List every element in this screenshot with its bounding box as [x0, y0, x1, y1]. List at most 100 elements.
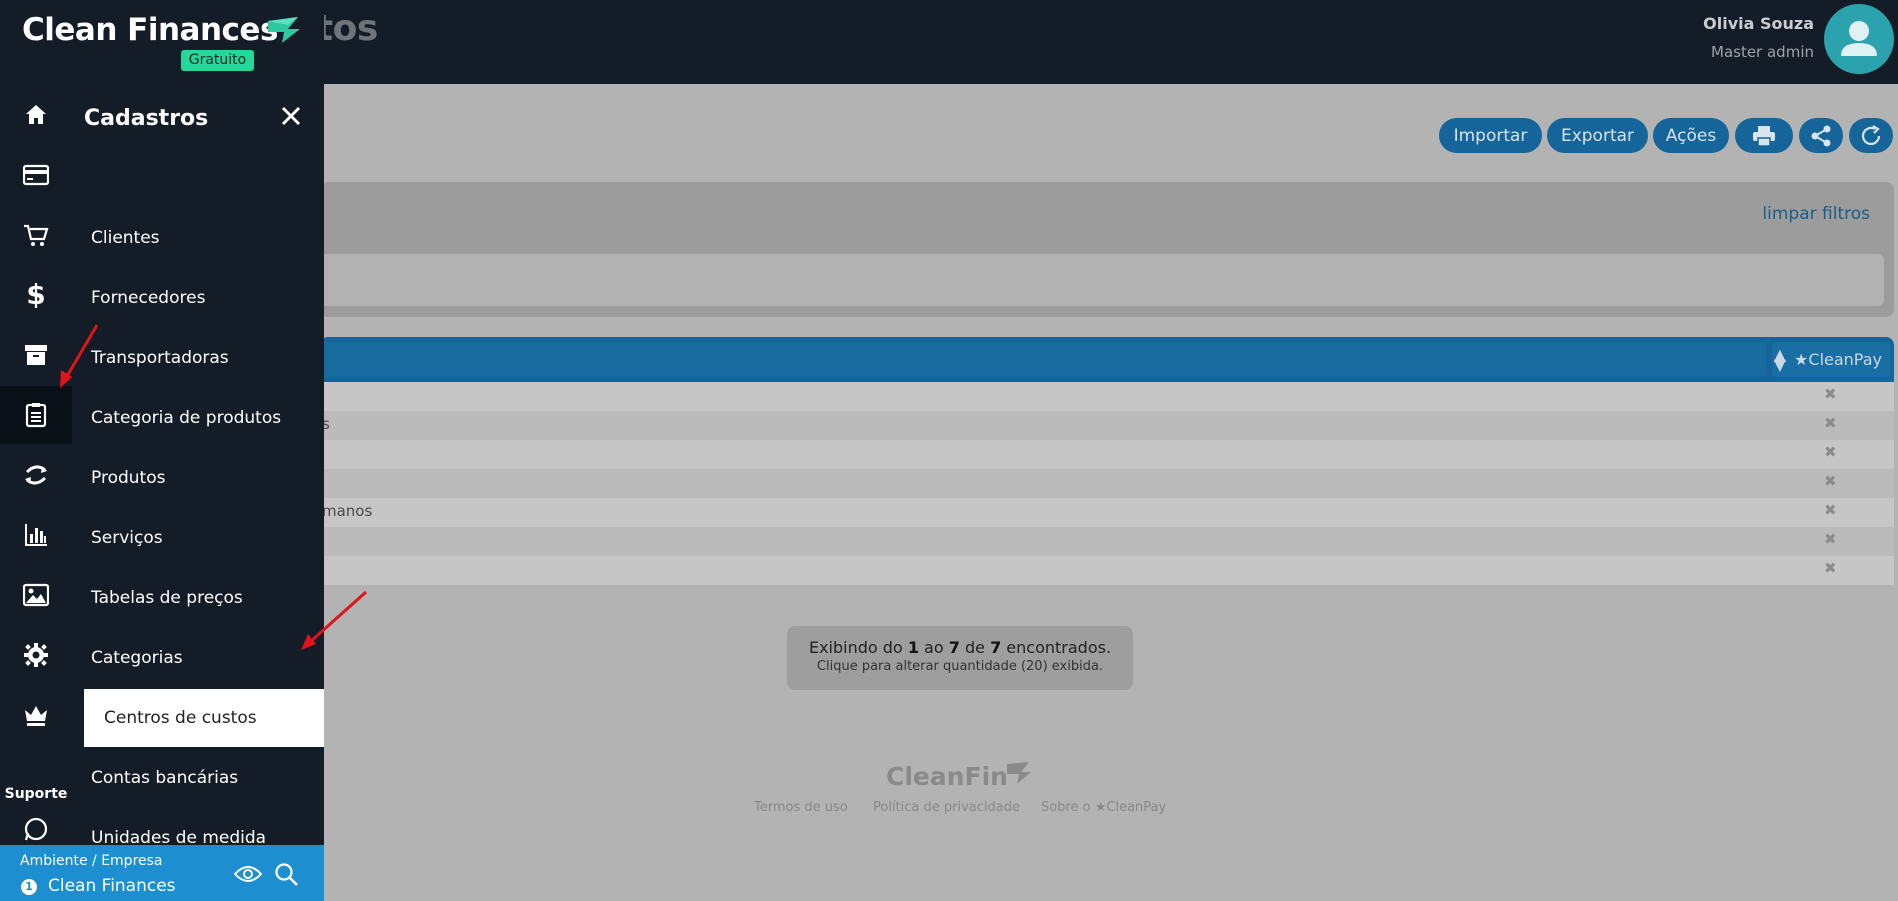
table-row[interactable]: ✖ — [320, 440, 1894, 469]
submenu-item[interactable]: Categoria de produtos — [72, 389, 324, 447]
cleanpay-disabled-icon: ✖ — [1824, 443, 1837, 461]
gear-icon — [24, 643, 48, 667]
leaf-logo-icon — [268, 17, 300, 43]
footer-logo: CleanFin — [886, 762, 1008, 791]
environment-number: 1 — [21, 879, 37, 895]
brand-block[interactable]: Clean Finances Gratuito — [0, 0, 324, 84]
refresh-icon — [1861, 124, 1881, 145]
pagination-to-word: ao — [924, 638, 944, 657]
table-row[interactable]: ✖ — [320, 382, 1894, 411]
submenu-item[interactable]: Categorias — [72, 629, 324, 687]
user-name: Olivia Souza — [1703, 14, 1814, 33]
pagination-info[interactable]: Exibindo do 1 ao 7 de 7 encontrados. Cli… — [787, 626, 1133, 690]
printer-icon — [1753, 125, 1775, 147]
pagination-suffix: encontrados. — [1006, 638, 1112, 657]
column-header-label: ★CleanPay — [1794, 350, 1882, 369]
archive-icon — [25, 345, 47, 365]
eye-icon[interactable] — [234, 865, 262, 883]
table-row[interactable]: ✖ — [320, 469, 1894, 498]
print-button[interactable] — [1735, 118, 1793, 153]
exchange-icon — [25, 465, 47, 485]
close-icon[interactable] — [279, 104, 303, 128]
import-button[interactable]: Importar — [1439, 118, 1542, 153]
footer-link-terms[interactable]: Termos de uso — [754, 800, 848, 815]
submenu-item[interactable]: Produtos — [72, 449, 324, 507]
footer-link-about[interactable]: Sobre o ★CleanPay — [1041, 800, 1166, 815]
table-row[interactable]: s ✖ — [320, 411, 1894, 440]
rail-item[interactable] — [0, 326, 72, 384]
cost-centers-table: ▲ ▼ ★CleanPay ✖ s ✖ ✖ ✖ manos ✖ ✖ ✖ — [320, 337, 1894, 589]
brand-name: Clean Finances — [22, 12, 278, 48]
pagination-to: 7 — [948, 638, 960, 657]
share-icon — [1811, 125, 1831, 146]
rail-item[interactable] — [0, 386, 72, 444]
submenu-item[interactable]: Unidades de medida — [72, 809, 324, 845]
credit-card-icon — [23, 164, 49, 186]
dollar-icon: $ — [26, 282, 45, 308]
home-icon — [26, 105, 46, 124]
pagination-hint: Clique para alterar quantidade (20) exib… — [816, 659, 1104, 674]
column-header-cleanpay[interactable]: ▲ ▼ ★CleanPay — [1772, 342, 1890, 377]
submenu-item[interactable]: Tabelas de preços — [72, 569, 324, 627]
table-header-name-column[interactable] — [320, 342, 1766, 377]
user-role: Master admin — [1711, 43, 1814, 61]
pagination-from: 1 — [907, 638, 919, 657]
filter-field[interactable] — [320, 254, 1884, 306]
filter-panel: limpar filtros — [320, 182, 1894, 317]
sort-icon: ▲ ▼ — [1773, 344, 1787, 374]
crown-icon — [25, 706, 47, 726]
actions-button[interactable]: Ações — [1653, 118, 1729, 153]
cleanpay-disabled-icon: ✖ — [1824, 501, 1837, 519]
bar-chart-icon — [25, 524, 47, 546]
submenu-item[interactable]: Serviços — [72, 509, 324, 567]
environment-name: Clean Finances — [48, 876, 176, 896]
rail-item[interactable] — [0, 206, 72, 264]
search-icon[interactable] — [274, 862, 300, 888]
pagination-prefix: Exibindo do — [808, 638, 903, 657]
cleanpay-disabled-icon: ✖ — [1824, 559, 1837, 577]
avatar[interactable] — [1824, 4, 1894, 74]
pagination-total: 7 — [990, 638, 1002, 657]
rail-item[interactable] — [0, 626, 72, 684]
footer-link-privacy[interactable]: Política de privacidade — [873, 800, 1020, 815]
rail-item[interactable] — [0, 86, 72, 144]
refresh-button[interactable] — [1849, 118, 1893, 153]
cleanpay-disabled-icon: ✖ — [1824, 530, 1837, 548]
submenu-item[interactable]: Contas bancárias — [72, 749, 324, 807]
leaf-logo-icon — [1007, 762, 1031, 784]
submenu-item[interactable]: Clientes — [72, 209, 324, 267]
cleanpay-disabled-icon: ✖ — [1824, 472, 1837, 490]
rail-item[interactable] — [0, 566, 72, 624]
export-button[interactable]: Exportar — [1547, 118, 1648, 153]
rail-item[interactable] — [0, 506, 72, 564]
submenu-title: Cadastros — [84, 106, 209, 131]
rail-item[interactable] — [0, 146, 72, 204]
cleanpay-disabled-icon: ✖ — [1824, 414, 1837, 432]
submenu-item[interactable]: Fornecedores — [72, 269, 324, 327]
rail-item[interactable] — [0, 686, 72, 744]
cadastros-submenu: Cadastros Clientes Fornecedores Transporta… — [72, 84, 324, 845]
image-icon — [23, 583, 49, 607]
submenu-item[interactable]: Transportadoras — [72, 329, 324, 387]
row-name-cell: manos — [322, 502, 373, 520]
clipboard-icon — [25, 403, 47, 428]
submenu-item[interactable]: Centros de custos — [84, 689, 324, 747]
rail-item[interactable] — [0, 446, 72, 504]
cart-icon — [24, 224, 49, 246]
pagination-summary: Exibindo do 1 ao 7 de 7 encontrados. — [787, 638, 1133, 657]
environment-bar[interactable]: Ambiente / Empresa 1 Clean Finances — [0, 845, 324, 901]
clear-filters-link[interactable]: limpar filtros — [1762, 204, 1870, 224]
table-row[interactable]: ✖ — [320, 527, 1894, 556]
share-button[interactable] — [1799, 118, 1843, 153]
icon-rail: Suporte $ — [0, 84, 72, 845]
whatsapp-icon — [24, 817, 48, 841]
pagination-of-word: de — [964, 638, 985, 657]
svg-text:$: $ — [26, 282, 45, 308]
table-row[interactable]: manos ✖ — [320, 498, 1894, 527]
rail-item[interactable] — [0, 812, 72, 847]
rail-item[interactable]: $ — [0, 266, 72, 324]
cleanpay-disabled-icon: ✖ — [1824, 385, 1837, 403]
table-row[interactable]: ✖ — [320, 556, 1894, 585]
table-header: ▲ ▼ ★CleanPay — [320, 337, 1894, 382]
user-icon — [1841, 21, 1877, 56]
